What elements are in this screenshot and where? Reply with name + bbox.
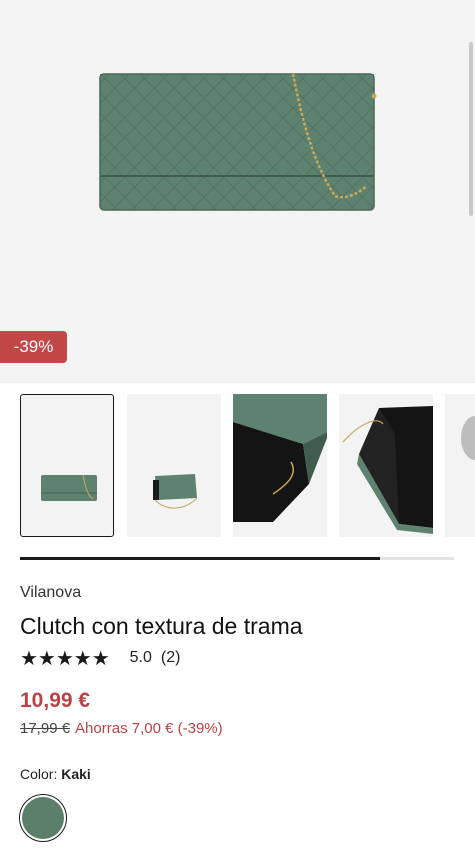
- color-swatch-kaki[interactable]: [19, 794, 67, 842]
- discount-badge: -39%: [0, 331, 67, 363]
- clutch-bag-image: [99, 73, 377, 211]
- thumbnail-3-detail[interactable]: [233, 394, 327, 537]
- star-rating-icons: ★★★★★: [20, 647, 110, 670]
- color-value: Kaki: [61, 766, 91, 782]
- gallery-progress-fill: [20, 557, 381, 560]
- product-hero-image[interactable]: -39%: [0, 0, 475, 383]
- price-savings-row: 17,99 € Ahorras 7,00 € (-39%): [20, 720, 223, 737]
- original-price: 17,99 €: [20, 720, 71, 737]
- color-label: Color: Kaki: [20, 766, 91, 782]
- color-label-prefix: Color:: [20, 766, 58, 782]
- gallery-progress-bar: [20, 557, 454, 560]
- savings-text: Ahorras 7,00 € (-39%): [75, 720, 223, 737]
- thumbnail-2-angle[interactable]: [127, 394, 221, 537]
- color-swatch-fill: [22, 797, 64, 839]
- review-count[interactable]: (2): [161, 649, 181, 667]
- thumbnail-1-front[interactable]: [20, 394, 114, 537]
- product-title: Clutch con textura de trama: [20, 613, 303, 639]
- thumbnail-4-open[interactable]: [339, 394, 433, 537]
- thumbnail-5-partial[interactable]: [445, 394, 475, 537]
- rating-row[interactable]: ★★★★★ 5.0 (2): [20, 647, 181, 670]
- image-scrollbar[interactable]: [469, 42, 473, 216]
- thumbnail-strip[interactable]: [20, 394, 475, 539]
- rating-value: 5.0: [129, 649, 152, 666]
- current-price: 10,99 €: [20, 689, 91, 712]
- brand-name[interactable]: Vilanova: [20, 584, 81, 602]
